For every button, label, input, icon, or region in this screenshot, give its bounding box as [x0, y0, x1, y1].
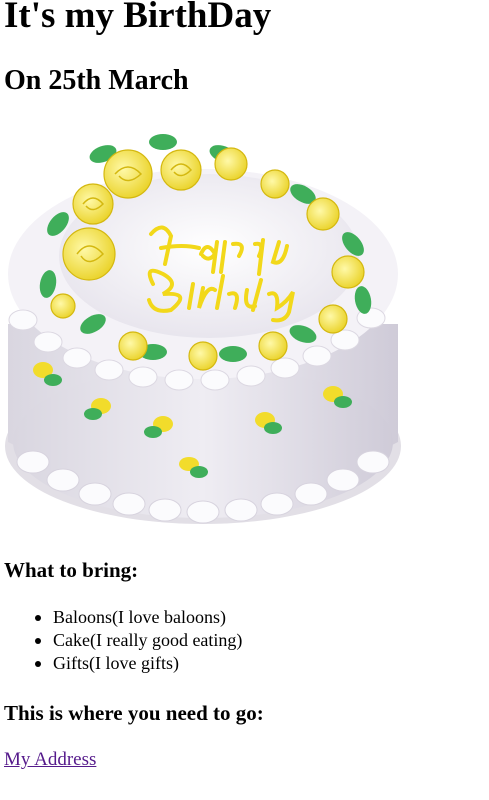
bullet-icon: [35, 638, 41, 644]
bullet-icon: [35, 615, 41, 621]
birthday-cake-image: [3, 124, 404, 532]
list-item: Baloons(I love baloons): [35, 606, 242, 629]
list-item: Cake(I really good eating): [35, 629, 243, 652]
page: It's my BirthDay On 25th March What to b…: [0, 0, 489, 800]
list-item: Gifts(I love gifts): [35, 652, 242, 675]
page-subtitle: On 25th March: [4, 65, 189, 96]
location-heading: This is where you need to go:: [4, 701, 264, 725]
list-item-label: Cake(I really good eating): [53, 630, 243, 650]
page-title: It's my BirthDay: [4, 0, 272, 36]
list-item-label: Baloons(I love baloons): [53, 607, 226, 627]
address-link[interactable]: My Address: [4, 749, 96, 772]
bring-list: Baloons(I love baloons) Cake(I really go…: [0, 606, 242, 675]
list-item-label: Gifts(I love gifts): [53, 653, 179, 673]
bullet-icon: [35, 661, 41, 667]
bring-heading: What to bring:: [4, 558, 139, 582]
